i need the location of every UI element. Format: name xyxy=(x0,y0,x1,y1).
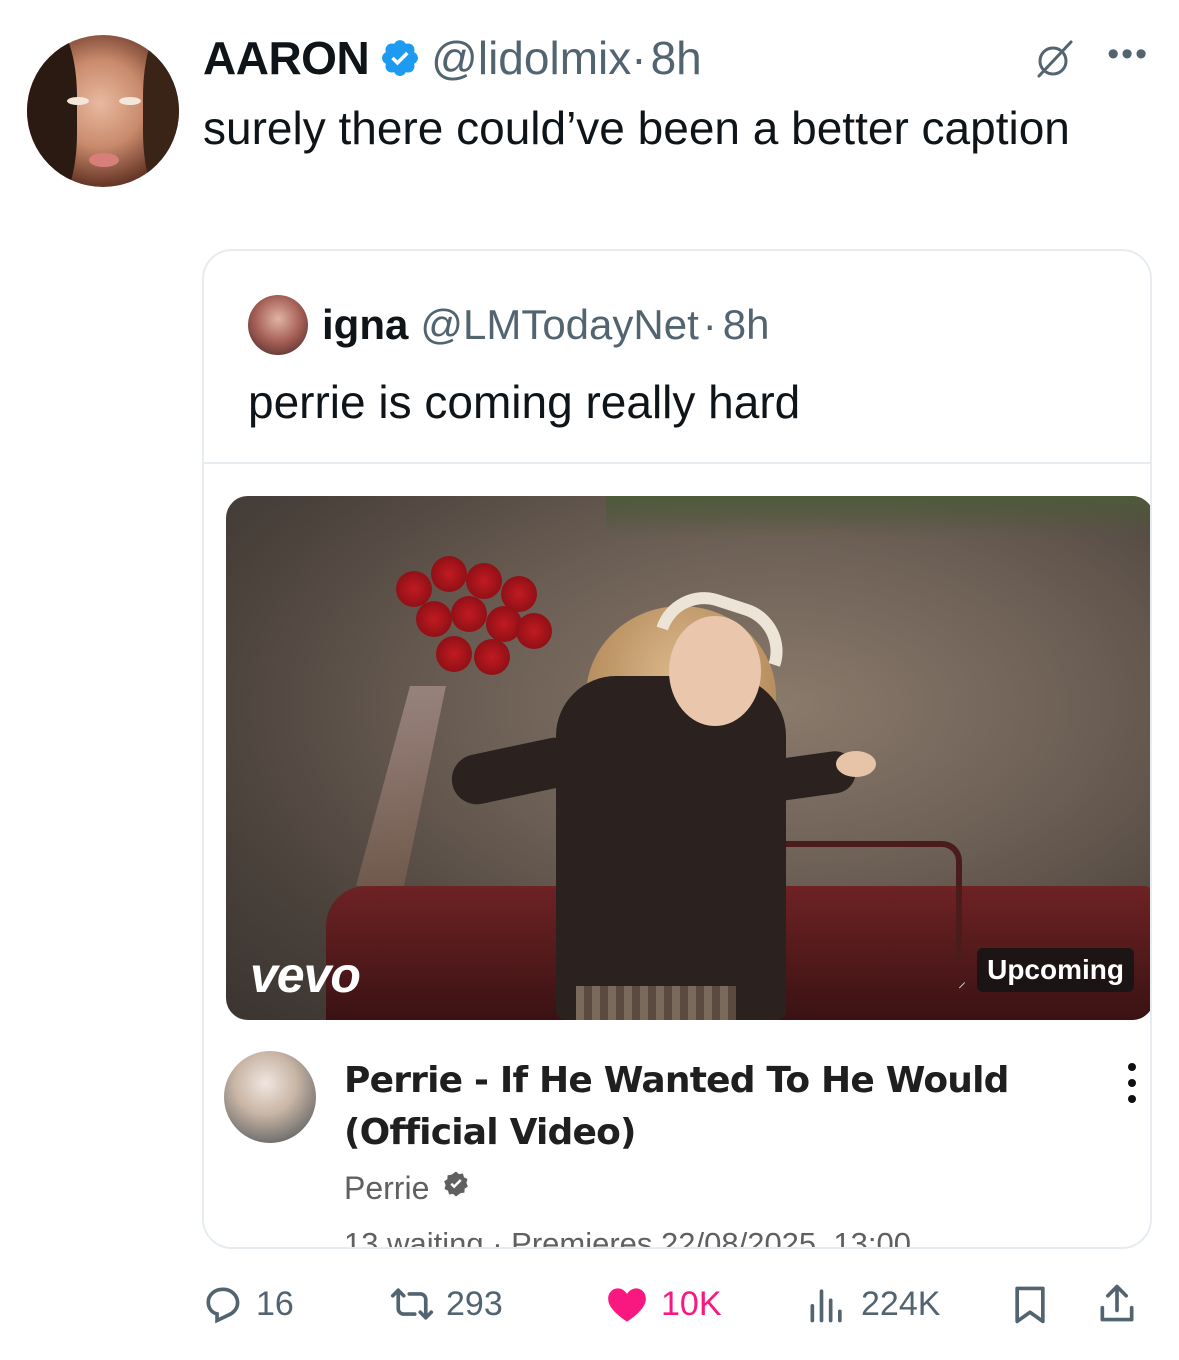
reply-button[interactable]: 16 xyxy=(200,1276,294,1332)
tweet-top-actions: ••• xyxy=(1031,36,1149,82)
share-button[interactable] xyxy=(1095,1276,1139,1332)
video-thumbnail[interactable]: vevo ⸝ Upcoming xyxy=(226,496,1150,1020)
more-icon[interactable]: ••• xyxy=(1107,37,1149,71)
repost-icon xyxy=(390,1288,434,1320)
repost-button[interactable]: 293 xyxy=(390,1276,503,1332)
channel-avatar[interactable] xyxy=(224,1051,316,1143)
author-avatar[interactable] xyxy=(27,35,179,187)
channel-name[interactable]: Perrie xyxy=(344,1170,429,1207)
views-icon xyxy=(810,1289,842,1323)
kebab-icon[interactable] xyxy=(1128,1063,1140,1103)
quote-text: perrie is coming really hard xyxy=(248,376,801,428)
author-name[interactable]: AARON xyxy=(203,31,370,85)
quote-time[interactable]: 8h xyxy=(723,301,770,349)
video-title[interactable]: Perrie - If He Wanted To He Would (Offic… xyxy=(344,1055,1114,1159)
roses-image xyxy=(386,551,556,691)
reply-count: 16 xyxy=(256,1284,294,1323)
quote-header: igna @LMTodayNet · 8h xyxy=(248,295,769,355)
upcoming-badge: Upcoming xyxy=(977,948,1134,992)
views-count: 224K xyxy=(861,1284,941,1323)
bookmark-icon xyxy=(1015,1286,1045,1324)
repost-count: 293 xyxy=(446,1284,503,1323)
like-button[interactable]: 10K xyxy=(605,1276,722,1332)
like-count: 10K xyxy=(661,1284,722,1323)
share-icon xyxy=(1100,1284,1134,1322)
reply-icon xyxy=(206,1287,240,1324)
tweet-header: AARON @lidolmix · 8h xyxy=(203,30,702,86)
views-button[interactable]: 224K xyxy=(805,1276,940,1332)
vevo-logo: vevo xyxy=(250,947,361,1003)
separator-dot: · xyxy=(631,32,647,84)
verified-channel-icon xyxy=(441,1169,471,1207)
channel-row: Perrie xyxy=(344,1169,471,1207)
upcoming-icon: ⸝ xyxy=(958,970,970,991)
like-icon xyxy=(608,1288,646,1322)
tweet-time[interactable]: 8h xyxy=(651,31,702,85)
grok-icon[interactable] xyxy=(1031,36,1077,82)
quoted-tweet[interactable]: igna @LMTodayNet · 8h perrie is coming rea… xyxy=(202,249,1152,1249)
video-meta: 13 waiting · Premieres 22/08/2025, 13:00 xyxy=(344,1226,911,1249)
verified-badge-icon[interactable] xyxy=(379,37,421,79)
quote-author-handle[interactable]: @LMTodayNet xyxy=(420,301,698,349)
author-handle[interactable]: @lidolmix xyxy=(431,31,631,85)
quote-author-name[interactable]: igna xyxy=(322,301,408,349)
quote-author-avatar[interactable] xyxy=(248,295,308,355)
separator-dot: · xyxy=(702,301,717,348)
bookmark-button[interactable] xyxy=(1008,1276,1052,1332)
tweet-actions: 16 293 10K 224K xyxy=(200,1276,1150,1332)
tweet-text: surely there could’ve been a better capt… xyxy=(203,102,1070,154)
person-image xyxy=(556,676,786,1020)
divider xyxy=(204,462,1150,464)
